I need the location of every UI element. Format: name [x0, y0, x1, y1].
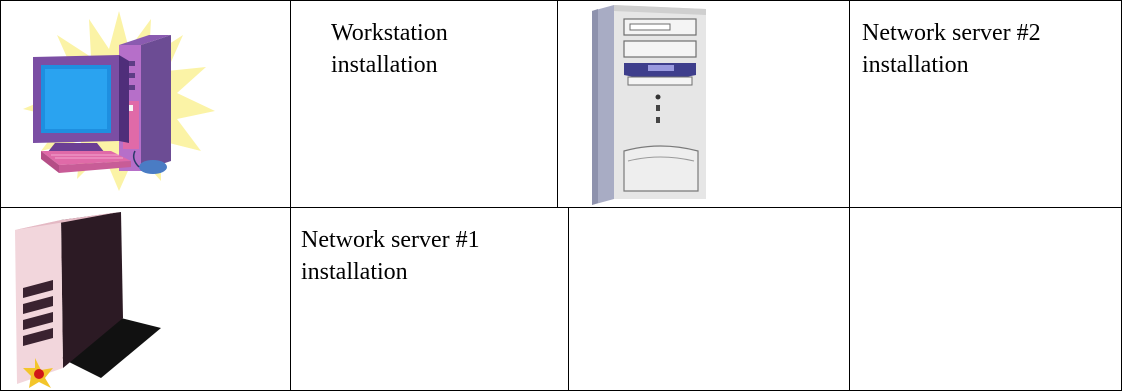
- table-cell-server2-image: [558, 1, 849, 207]
- table-cell-server1-label: Network server #1 installation: [291, 208, 568, 390]
- network-server-1-installation-label: Network server #1 installation: [301, 227, 480, 285]
- installation-table: Workstation installation Network server …: [0, 0, 1122, 391]
- table-cell-empty: [569, 208, 849, 390]
- tower-server-icon: [592, 5, 706, 205]
- table-cell-server1-image: [1, 208, 290, 390]
- workstation-computer-icon: [23, 11, 215, 191]
- pink-server-icon: [15, 212, 161, 388]
- table-cell-workstation-image: [1, 1, 290, 207]
- table-cell-workstation-label: Workstation installation: [291, 1, 557, 207]
- network-server-2-installation-label: Network server #2 installation: [862, 20, 1041, 78]
- workstation-installation-label: Workstation installation: [331, 20, 448, 78]
- table-cell-server2-label: Network server #2 installation: [850, 1, 1121, 207]
- table-cell-empty: [850, 208, 1121, 390]
